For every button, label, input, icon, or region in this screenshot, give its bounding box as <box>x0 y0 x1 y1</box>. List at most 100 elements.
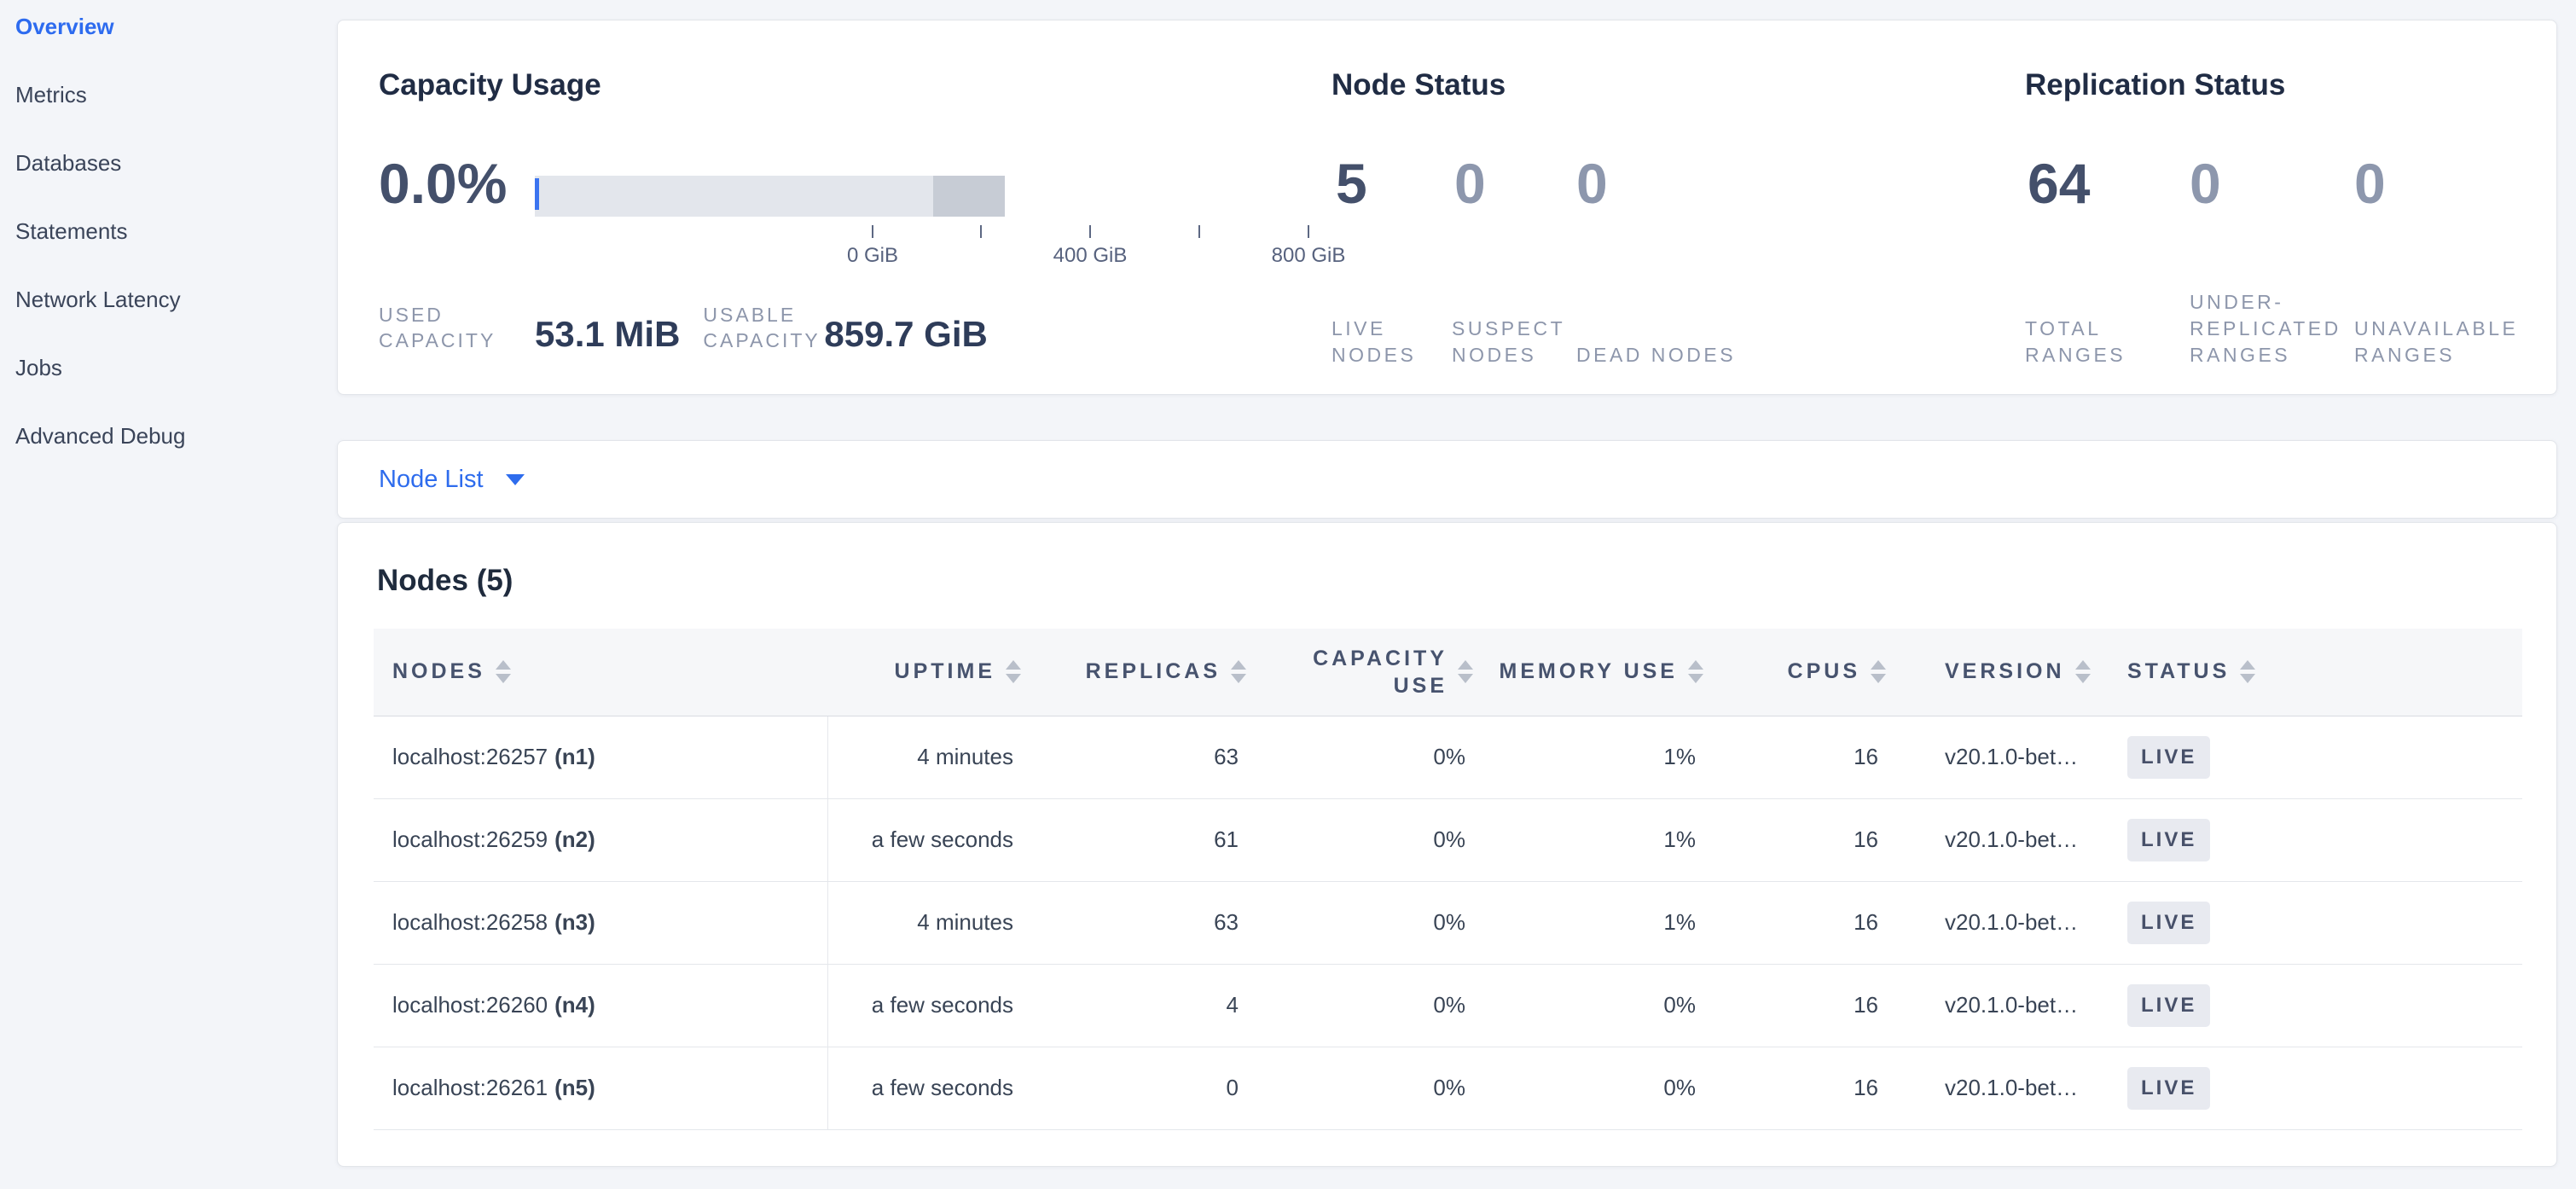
node-address-cell[interactable]: localhost:26258(n3) <box>374 881 827 964</box>
node-id: (n1) <box>554 744 595 769</box>
node-list-bar: Node List <box>337 440 2557 519</box>
table-row: localhost:26258(n3) 4 minutes 63 0% 1% 1… <box>374 881 2522 964</box>
column-header-nodes[interactable]: NODES <box>374 629 827 716</box>
sort-icon <box>2075 660 2091 683</box>
column-header-status[interactable]: STATUS <box>2112 629 2522 716</box>
total-ranges-label: TOTAL RANGES <box>2025 316 2190 368</box>
column-header-capacity-use[interactable]: CAPACITY USE <box>1259 629 1486 716</box>
status-cell: LIVE <box>2112 964 2522 1047</box>
memory-use-cell: 0% <box>1486 964 1716 1047</box>
node-address[interactable]: localhost:26257 <box>392 744 548 769</box>
node-address[interactable]: localhost:26258 <box>392 909 548 935</box>
gauge-tick-label: 0 GiB <box>804 244 941 268</box>
node-address[interactable]: localhost:26259 <box>392 826 548 852</box>
node-id: (n5) <box>554 1075 595 1100</box>
dead-nodes-label: DEAD NODES <box>1576 342 1747 368</box>
sidebar-item-network-latency[interactable]: Network Latency <box>0 265 337 334</box>
node-status-title: Node Status <box>1332 68 1506 102</box>
node-list-dropdown-label: Node List <box>379 466 484 494</box>
status-cell: LIVE <box>2112 716 2522 798</box>
table-row: localhost:26259(n2) a few seconds 61 0% … <box>374 798 2522 881</box>
capacity-gauge <box>535 176 1005 217</box>
sidebar-item-overview[interactable]: Overview <box>0 0 337 61</box>
status-cell: LIVE <box>2112 1047 2522 1129</box>
uptime-cell: 4 minutes <box>827 881 1034 964</box>
chevron-down-icon <box>506 474 525 485</box>
gauge-tick <box>980 225 982 238</box>
capacity-used-percent: 0.0% <box>379 155 507 212</box>
version-cell: v20.1.0-bet… <box>1899 881 2112 964</box>
cpus-cell: 16 <box>1716 716 1899 798</box>
nodes-table-title: Nodes (5) <box>377 564 513 598</box>
node-id: (n4) <box>554 992 595 1018</box>
column-label: CPUS <box>1788 659 1860 684</box>
node-address-cell[interactable]: localhost:26257(n1) <box>374 716 827 798</box>
sidebar-item-jobs[interactable]: Jobs <box>0 334 337 402</box>
column-header-replicas[interactable]: REPLICAS <box>1034 629 1259 716</box>
node-address[interactable]: localhost:26260 <box>392 992 548 1018</box>
uptime-cell: a few seconds <box>827 798 1034 881</box>
cpus-cell: 16 <box>1716 881 1899 964</box>
status-cell: LIVE <box>2112 881 2522 964</box>
total-ranges-count: 64 <box>2028 155 2190 212</box>
sort-icon <box>1231 660 1246 683</box>
uptime-cell: 4 minutes <box>827 716 1034 798</box>
capacity-use-cell: 0% <box>1259 1047 1486 1129</box>
capacity-use-cell: 0% <box>1259 798 1486 881</box>
replicas-cell: 4 <box>1034 964 1259 1047</box>
memory-use-cell: 1% <box>1486 798 1716 881</box>
replication-labels: TOTAL RANGES UNDER-REPLICATED RANGES UNA… <box>2025 241 2550 368</box>
node-id: (n3) <box>554 909 595 935</box>
capacity-use-cell: 0% <box>1259 964 1486 1047</box>
cluster-overview-card: Capacity Usage 0.0% 0 GiB 400 GiB 800 Gi… <box>337 20 2557 395</box>
replication-values: 64 0 0 <box>2028 155 2542 212</box>
node-id: (n2) <box>554 826 595 852</box>
sort-icon <box>1688 660 1703 683</box>
sort-icon <box>1871 660 1886 683</box>
capacity-gauge-unusable-segment <box>933 176 1005 217</box>
column-header-uptime[interactable]: UPTIME <box>827 629 1034 716</box>
column-label: VERSION <box>1945 659 2065 684</box>
nodes-table: NODES UPTIME REPLICAS CAPACITY USE MEMOR… <box>374 629 2522 1130</box>
table-row: localhost:26260(n4) a few seconds 4 0% 0… <box>374 964 2522 1047</box>
column-label: CAPACITY USE <box>1298 645 1448 699</box>
status-badge: LIVE <box>2127 819 2210 861</box>
cpus-cell: 16 <box>1716 964 1899 1047</box>
status-badge: LIVE <box>2127 984 2210 1027</box>
node-address-cell[interactable]: localhost:26261(n5) <box>374 1047 827 1129</box>
usable-capacity-value: 859.7 GiB <box>824 316 987 353</box>
live-nodes-count: 5 <box>1336 155 1454 212</box>
unavailable-ranges-count: 0 <box>2354 155 2542 212</box>
capacity-usage-title: Capacity Usage <box>379 68 601 102</box>
gauge-tick <box>1308 225 1309 238</box>
node-address-cell[interactable]: localhost:26259(n2) <box>374 798 827 881</box>
column-label: NODES <box>392 659 485 684</box>
sidebar-item-statements[interactable]: Statements <box>0 197 337 265</box>
column-header-version[interactable]: VERSION <box>1899 629 2112 716</box>
table-header-row: NODES UPTIME REPLICAS CAPACITY USE MEMOR… <box>374 629 2522 716</box>
node-list-dropdown[interactable]: Node List <box>379 466 525 494</box>
node-status-labels: LIVE NODES SUSPECT NODES DEAD NODES <box>1332 266 1747 368</box>
column-header-memory-use[interactable]: MEMORY USE <box>1486 629 1716 716</box>
version-cell: v20.1.0-bet… <box>1899 716 2112 798</box>
column-label: UPTIME <box>895 659 995 684</box>
version-cell: v20.1.0-bet… <box>1899 798 2112 881</box>
node-address-cell[interactable]: localhost:26260(n4) <box>374 964 827 1047</box>
sidebar-item-advanced-debug[interactable]: Advanced Debug <box>0 402 337 470</box>
sidebar-item-databases[interactable]: Databases <box>0 129 337 197</box>
column-label: REPLICAS <box>1086 659 1221 684</box>
table-row: localhost:26261(n5) a few seconds 0 0% 0… <box>374 1047 2522 1129</box>
column-label: STATUS <box>2127 659 2230 684</box>
unavailable-ranges-label: UNAVAILABLE RANGES <box>2354 316 2550 368</box>
memory-use-cell: 0% <box>1486 1047 1716 1129</box>
replicas-cell: 0 <box>1034 1047 1259 1129</box>
sidebar-item-metrics[interactable]: Metrics <box>0 61 337 129</box>
capacity-use-cell: 0% <box>1259 716 1486 798</box>
gauge-tick <box>1198 225 1200 238</box>
replicas-cell: 63 <box>1034 716 1259 798</box>
replicas-cell: 61 <box>1034 798 1259 881</box>
column-label: MEMORY USE <box>1500 659 1678 684</box>
column-header-cpus[interactable]: CPUS <box>1716 629 1899 716</box>
under-replicated-ranges-count: 0 <box>2190 155 2354 212</box>
node-address[interactable]: localhost:26261 <box>392 1075 548 1100</box>
